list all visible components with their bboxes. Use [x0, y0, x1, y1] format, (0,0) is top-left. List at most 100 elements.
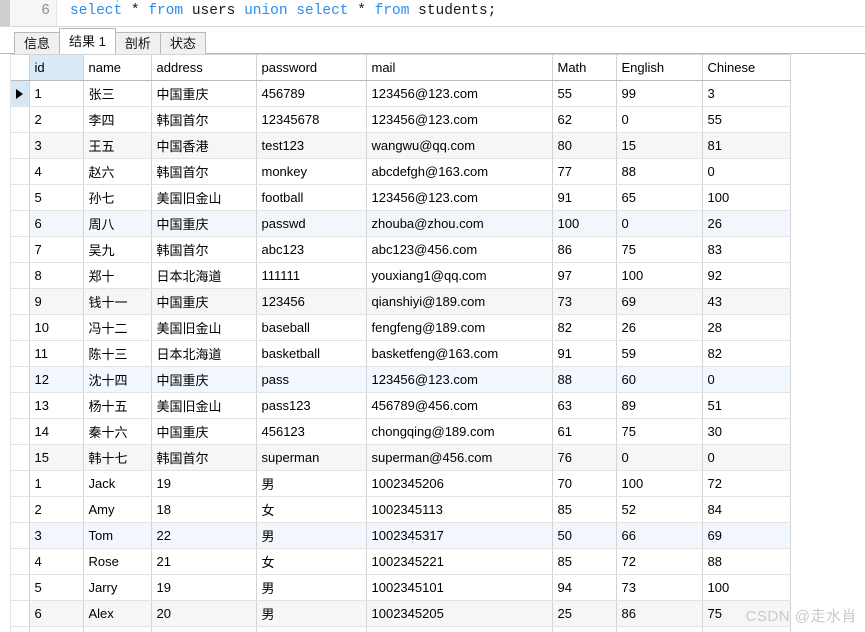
cell-math[interactable]: 80 — [552, 132, 617, 159]
tab-3[interactable]: 剖析 — [115, 32, 160, 54]
cell-chinese[interactable]: 100 — [702, 574, 791, 601]
cell-mail[interactable]: chongqing@189.com — [366, 418, 553, 445]
cell-english[interactable]: 88 — [616, 158, 703, 185]
column-header-name[interactable]: name — [83, 54, 152, 81]
cell-name[interactable]: 沈十四 — [83, 366, 152, 393]
cell-name[interactable]: 郑十 — [83, 262, 152, 289]
table-row[interactable]: 4 赵六 韩国首尔 monkey abcdefgh@163.com 77 88 0 — [11, 158, 791, 185]
column-header-math[interactable]: Math — [552, 54, 617, 81]
cell-english[interactable]: 100 — [616, 470, 703, 497]
cell-chinese[interactable]: 26 — [702, 210, 791, 237]
grid-body[interactable]: 1 张三 中国重庆 456789 123456@123.com 55 99 3 2 李四 韩国首尔 1… — [11, 80, 791, 632]
cell-address[interactable]: 21 — [151, 548, 257, 575]
cell-mail[interactable]: 1002345205 — [366, 600, 553, 627]
cell-math[interactable]: 63 — [552, 392, 617, 419]
cell-id[interactable]: 4 — [29, 158, 84, 185]
row-selector-cell[interactable] — [11, 522, 30, 549]
table-row[interactable]: 7 吴九 韩国首尔 abc123 abc123@456.com 86 75 83 — [11, 236, 791, 263]
table-row[interactable]: 6 Alex 20 男 1002345205 25 86 75 — [11, 600, 791, 627]
cell-password[interactable]: 男 — [256, 626, 367, 632]
cell-address[interactable]: 韩国首尔 — [151, 106, 257, 133]
cell-name[interactable]: Alex — [83, 600, 152, 627]
cell-english[interactable]: 66 — [616, 522, 703, 549]
cell-chinese[interactable]: 88 — [702, 548, 791, 575]
cell-english[interactable]: 65 — [616, 184, 703, 211]
cell-chinese[interactable]: 0 — [702, 158, 791, 185]
cell-chinese[interactable]: 69 — [702, 522, 791, 549]
cell-english[interactable]: 0 — [616, 210, 703, 237]
cell-password[interactable]: 男 — [256, 470, 367, 497]
row-selector-cell[interactable] — [11, 288, 30, 315]
cell-math[interactable]: 88 — [552, 366, 617, 393]
cell-english[interactable]: 52 — [616, 496, 703, 523]
cell-id[interactable]: 9 — [29, 288, 84, 315]
cell-address[interactable]: 中国重庆 — [151, 210, 257, 237]
cell-address[interactable]: 美国旧金山 — [151, 314, 257, 341]
cell-english[interactable]: 73 — [616, 574, 703, 601]
table-row[interactable]: 4 Rose 21 女 1002345221 85 72 88 — [11, 548, 791, 575]
cell-mail[interactable]: 1002345317 — [366, 522, 553, 549]
cell-english[interactable]: 0 — [616, 106, 703, 133]
cell-english[interactable]: 60 — [616, 366, 703, 393]
cell-math[interactable]: 86 — [552, 236, 617, 263]
cell-chinese[interactable]: 72 — [702, 470, 791, 497]
cell-mail[interactable]: qianshiyi@189.com — [366, 288, 553, 315]
cell-address[interactable]: 19 — [151, 574, 257, 601]
row-selector-cell[interactable] — [11, 210, 30, 237]
cell-name[interactable]: 秦十六 — [83, 418, 152, 445]
cell-name[interactable]: 陈十三 — [83, 340, 152, 367]
cell-mail[interactable]: zhouba@zhou.com — [366, 210, 553, 237]
cell-name[interactable]: 赵六 — [83, 158, 152, 185]
cell-math[interactable]: 100 — [552, 210, 617, 237]
cell-id[interactable]: 1 — [29, 470, 84, 497]
table-row[interactable]: 11 陈十三 日本北海道 basketball basketfeng@163.com 91… — [11, 340, 791, 367]
table-row[interactable]: 8 郑十 日本北海道 111111 youxiang1@qq.com 97 100 92 — [11, 262, 791, 289]
cell-chinese[interactable]: 43 — [702, 288, 791, 315]
row-selector-cell[interactable] — [11, 574, 30, 601]
table-row[interactable]: 7Jim21男1002345301854179 — [11, 626, 791, 632]
cell-mail[interactable]: 1002345301 — [366, 626, 553, 632]
cell-password[interactable]: abc123 — [256, 236, 367, 263]
cell-chinese[interactable]: 82 — [702, 340, 791, 367]
table-row[interactable]: 2 李四 韩国首尔 12345678 123456@123.com 62 0 55 — [11, 106, 791, 133]
row-selector-cell[interactable] — [11, 262, 30, 289]
cell-id[interactable]: 5 — [29, 184, 84, 211]
cell-math[interactable]: 77 — [552, 158, 617, 185]
cell-address[interactable]: 韩国首尔 — [151, 444, 257, 471]
row-selector-cell[interactable] — [11, 80, 30, 107]
cell-address[interactable]: 韩国首尔 — [151, 158, 257, 185]
cell-math[interactable]: 82 — [552, 314, 617, 341]
cell-english[interactable]: 59 — [616, 340, 703, 367]
cell-password[interactable]: 女 — [256, 496, 367, 523]
cell-id[interactable]: 1 — [29, 80, 84, 107]
cell-id[interactable]: 8 — [29, 262, 84, 289]
cell-name[interactable]: Jack — [83, 470, 152, 497]
cell-chinese[interactable]: 3 — [702, 80, 791, 107]
cell-address[interactable]: 18 — [151, 496, 257, 523]
cell-mail[interactable]: 1002345101 — [366, 574, 553, 601]
editor-sql-text[interactable]: select * from users union select * from … — [70, 3, 496, 19]
cell-address[interactable]: 中国香港 — [151, 132, 257, 159]
cell-mail[interactable]: wangwu@qq.com — [366, 132, 553, 159]
cell-password[interactable]: 111111 — [256, 262, 367, 289]
cell-english[interactable]: 89 — [616, 392, 703, 419]
column-header-chinese[interactable]: Chinese — [702, 54, 791, 81]
cell-chinese[interactable]: 51 — [702, 392, 791, 419]
cell-id[interactable]: 11 — [29, 340, 84, 367]
cell-name[interactable]: 王五 — [83, 132, 152, 159]
cell-address[interactable]: 美国旧金山 — [151, 184, 257, 211]
cell-chinese[interactable]: 75 — [702, 600, 791, 627]
table-row[interactable]: 3 王五 中国香港 test123 wangwu@qq.com 80 15 81 — [11, 132, 791, 159]
table-row[interactable]: 9 钱十一 中国重庆 123456 qianshiyi@189.com 73 69 43 — [11, 288, 791, 315]
cell-mail[interactable]: abcdefgh@163.com — [366, 158, 553, 185]
cell-english[interactable]: 86 — [616, 600, 703, 627]
cell-password[interactable]: baseball — [256, 314, 367, 341]
cell-chinese[interactable]: 0 — [702, 366, 791, 393]
row-selector-cell[interactable] — [11, 392, 30, 419]
cell-id[interactable]: 6 — [29, 210, 84, 237]
cell-address[interactable]: 中国重庆 — [151, 366, 257, 393]
row-selector-cell[interactable] — [11, 158, 30, 185]
cell-id[interactable]: 5 — [29, 574, 84, 601]
row-selector-cell[interactable] — [11, 184, 30, 211]
cell-id[interactable]: 14 — [29, 418, 84, 445]
